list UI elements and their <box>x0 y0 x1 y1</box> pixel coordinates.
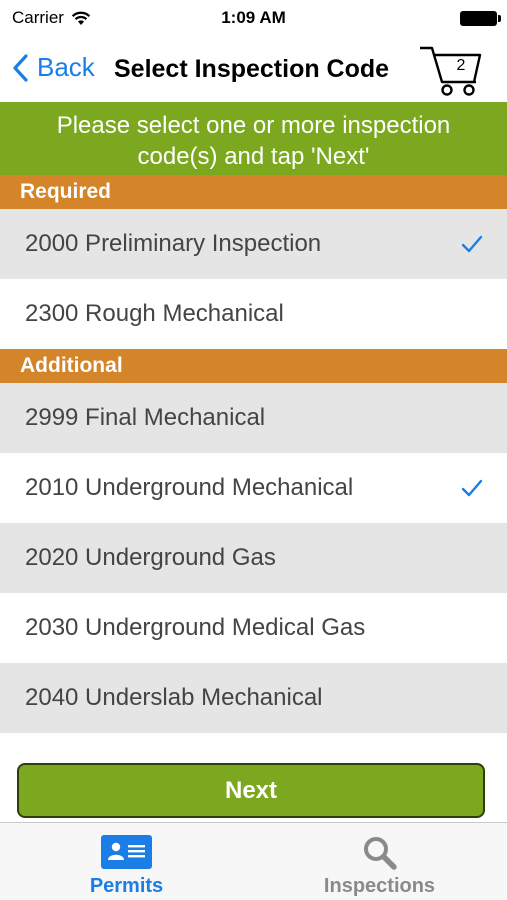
list-item[interactable]: 2000 Preliminary Inspection <box>0 209 507 279</box>
section-header-additional: Additional <box>0 349 507 383</box>
list-item-label: 2000 Preliminary Inspection <box>25 230 322 257</box>
list-item-label: 2300 Rough Mechanical <box>25 300 284 327</box>
list-item[interactable]: 2010 Underground Mechanical <box>0 453 507 523</box>
tab-bar: Permits Inspections <box>0 822 507 900</box>
section-header-required: Required <box>0 175 507 209</box>
list-item-label: 2030 Underground Medical Gas <box>25 614 366 641</box>
back-label: Back <box>37 52 95 82</box>
tab-permits[interactable]: Permits <box>0 823 253 900</box>
status-time: 1:09 AM <box>221 8 286 27</box>
list-item[interactable]: 2030 Underground Medical Gas <box>0 593 507 663</box>
list-item-label: 2999 Final Mechanical <box>25 404 266 431</box>
search-icon <box>364 837 397 870</box>
list-item-label: 2040 Underslab Mechanical <box>25 684 323 711</box>
checkmark-icon <box>461 479 483 497</box>
nav-bar: Back Select Inspection Code 2 <box>0 36 507 102</box>
cart-count-badge: 2 <box>456 57 466 74</box>
list-item-label: 2020 Underground Gas <box>25 544 276 571</box>
list-item[interactable]: 2040 Underslab Mechanical <box>0 663 507 733</box>
checkmark-icon <box>461 235 483 253</box>
tab-inspections-label: Inspections <box>323 875 436 897</box>
tab-inspections[interactable]: Inspections <box>253 823 506 900</box>
permits-icon <box>101 835 152 869</box>
status-bar: Carrier 1:09 AM <box>0 0 507 36</box>
list-item[interactable]: 2020 Underground Gas <box>0 523 507 593</box>
next-button[interactable]: Next <box>17 763 485 818</box>
battery-icon <box>460 11 501 26</box>
list-item[interactable]: 2999 Final Mechanical <box>0 383 507 453</box>
instruction-banner: Please select one or more inspection cod… <box>0 102 507 175</box>
page-title: Select Inspection Code <box>114 55 390 83</box>
cart-button[interactable]: 2 <box>418 42 484 98</box>
tab-permits-label: Permits <box>89 875 164 897</box>
list-item[interactable]: 2300 Rough Mechanical <box>0 279 507 349</box>
back-button[interactable]: Back <box>12 52 95 83</box>
list-item-label: 2010 Underground Mechanical <box>25 474 354 501</box>
chevron-left-icon <box>13 53 28 82</box>
